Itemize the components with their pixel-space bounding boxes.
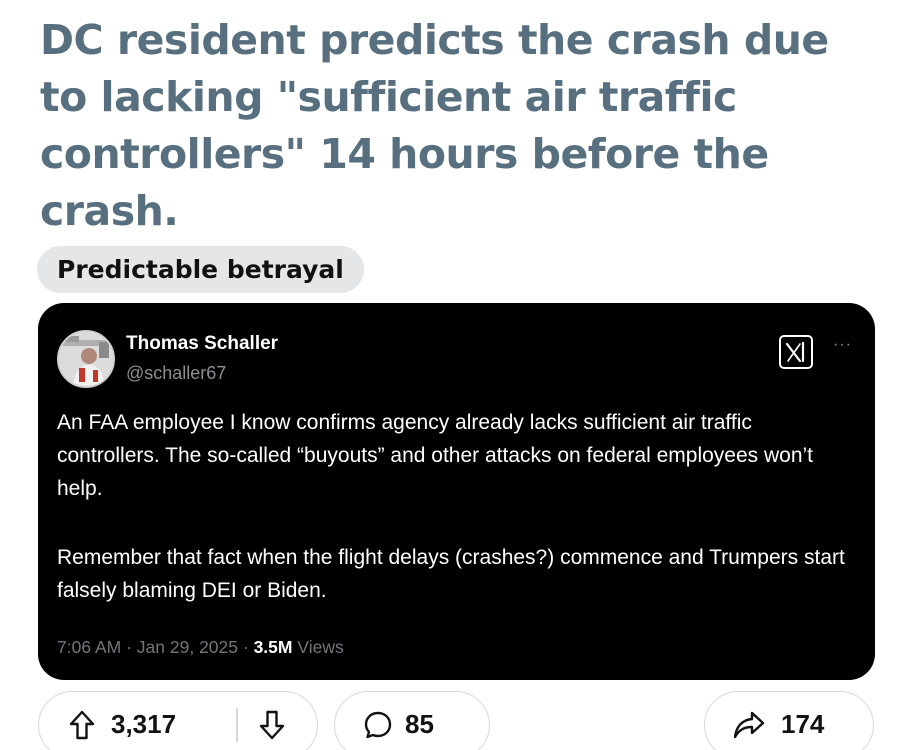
vote-divider	[236, 708, 238, 742]
upvote-icon[interactable]	[69, 710, 95, 745]
comments-button[interactable]: 85	[334, 691, 490, 750]
more-options-icon[interactable]: ···	[833, 337, 852, 353]
avatar[interactable]	[57, 330, 115, 388]
tweet-time[interactable]: 7:06 AM	[57, 637, 121, 657]
share-count: 174	[781, 709, 825, 739]
share-button[interactable]: 174	[704, 691, 874, 750]
tweet-text-paragraph-1: An FAA employee I know confirms agency a…	[57, 411, 814, 500]
post-flair[interactable]: Predictable betrayal	[37, 246, 364, 293]
embedded-tweet-card[interactable]: Thomas Schaller @schaller67 ··· An FAA e…	[38, 303, 875, 680]
tweet-meta: 7:06 AM · Jan 29, 2025 · 3.5M Views	[57, 635, 344, 659]
tweet-author-name[interactable]: Thomas Schaller	[126, 332, 278, 356]
comment-count: 85	[405, 709, 434, 739]
post-page: DC resident predicts the crash due to la…	[0, 0, 912, 750]
post-title[interactable]: DC resident predicts the crash due to la…	[40, 12, 880, 240]
upvote-count: 3,317	[111, 709, 177, 739]
tweet-views-label: Views	[297, 637, 344, 657]
meta-separator: ·	[126, 637, 132, 657]
meta-separator: ·	[242, 637, 249, 657]
vote-bar: 3,317	[38, 691, 318, 750]
avatar-image	[59, 332, 113, 386]
share-icon	[733, 710, 765, 745]
tweet-date[interactable]: Jan 29, 2025	[137, 637, 238, 657]
tweet-author-handle[interactable]: @schaller67	[126, 361, 226, 385]
tweet-text-paragraph-2: Remember that fact when the flight delay…	[57, 546, 845, 602]
comment-icon	[363, 710, 393, 745]
tweet-views-count: 3.5M	[253, 637, 293, 657]
x-logo-icon[interactable]	[779, 335, 813, 369]
downvote-icon[interactable]	[259, 710, 285, 745]
